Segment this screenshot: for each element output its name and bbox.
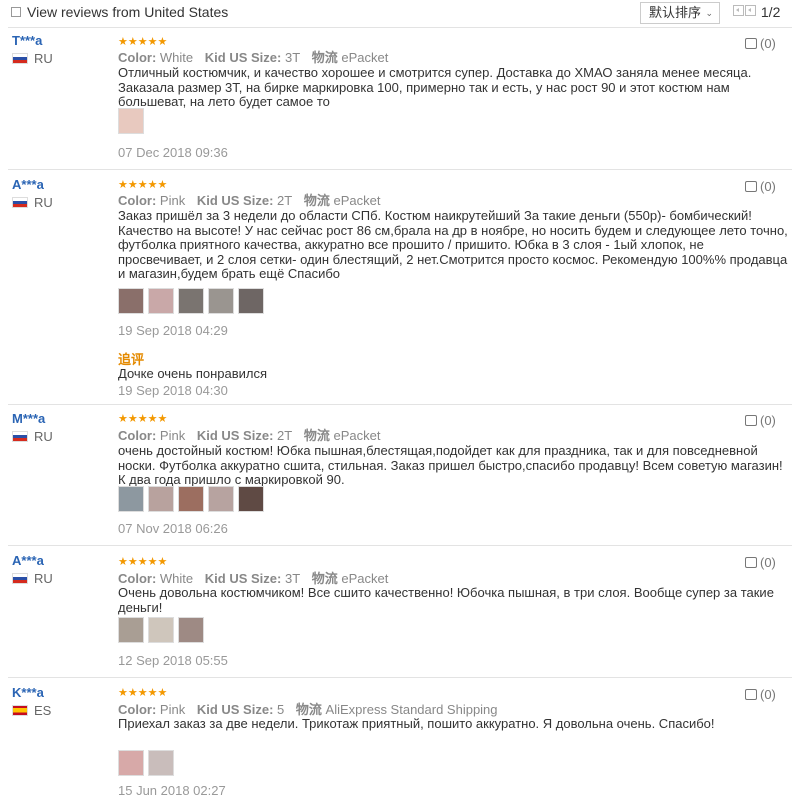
review-photos (118, 288, 268, 316)
review-date: 07 Dec 2018 09:36 (118, 145, 228, 160)
reviewer-name: K***a (12, 685, 44, 700)
review-photo-thumbnail[interactable] (208, 288, 234, 314)
follow-up-date: 19 Sep 2018 04:30 (118, 383, 228, 398)
thumbs-up-icon (745, 181, 757, 192)
review-text: очень достойный костюм! Юбка пышная,блес… (118, 443, 783, 487)
divider (8, 545, 792, 546)
review-photo-thumbnail[interactable] (178, 617, 204, 643)
like-button[interactable]: (0) (745, 687, 776, 702)
reviewer-country: RU (12, 429, 53, 444)
sort-label: 默认排序 (649, 5, 702, 20)
filter-label[interactable]: View reviews from United States (27, 4, 228, 20)
russia-flag-icon (12, 197, 28, 208)
review-photo-thumbnail[interactable] (118, 617, 144, 643)
review-photo-thumbnail[interactable] (178, 486, 204, 512)
reviewer-country: RU (12, 571, 53, 586)
review-photo-thumbnail[interactable] (118, 108, 144, 134)
review-text: Приехал заказ за две недели. Трикотаж пр… (118, 716, 715, 731)
russia-flag-icon (12, 53, 28, 64)
thumbs-up-icon (745, 689, 757, 700)
thumbs-up-icon (745, 415, 757, 426)
divider (8, 677, 792, 678)
reviewer-country: RU (12, 51, 53, 66)
review-photo-thumbnail[interactable] (148, 288, 174, 314)
review-photo-thumbnail[interactable] (148, 617, 174, 643)
divider (8, 404, 792, 405)
first-page-icon[interactable] (733, 5, 744, 16)
order-details: Color: White Kid US Size: 3T 物流 ePacket (118, 50, 389, 65)
review-photo-thumbnail[interactable] (148, 486, 174, 512)
russia-flag-icon (12, 431, 28, 442)
review-toolbar: View reviews from United States 默认排序 ⌄ 1… (0, 0, 800, 26)
order-details: Color: Pink Kid US Size: 2T 物流 ePacket (118, 428, 381, 443)
russia-flag-icon (12, 573, 28, 584)
reviewer-country: RU (12, 195, 53, 210)
order-details: Color: Pink Kid US Size: 2T 物流 ePacket (118, 193, 381, 208)
review-photo-thumbnail[interactable] (178, 288, 204, 314)
like-button[interactable]: (0) (745, 555, 776, 570)
thumbs-up-icon (745, 38, 757, 49)
like-button[interactable]: (0) (745, 36, 776, 51)
spain-flag-icon (12, 705, 28, 716)
page-indicator: 1/2 (760, 4, 781, 20)
review-photo-thumbnail[interactable] (118, 486, 144, 512)
filter-checkbox[interactable] (11, 7, 21, 17)
review-photos (118, 108, 148, 136)
thumbs-up-icon (745, 557, 757, 568)
star-rating: ★★★★★ (118, 687, 168, 699)
review-date: 07 Nov 2018 06:26 (118, 521, 228, 536)
review-date: 12 Sep 2018 05:55 (118, 653, 228, 668)
reviewer-name: M***a (12, 411, 46, 426)
divider (8, 27, 792, 28)
review-photo-thumbnail[interactable] (238, 486, 264, 512)
star-rating: ★★★★★ (118, 413, 168, 425)
like-button[interactable]: (0) (745, 179, 776, 194)
reviewer-country: ES (12, 703, 51, 718)
sort-dropdown[interactable]: 默认排序 ⌄ (640, 2, 720, 24)
review-date: 15 Jun 2018 02:27 (118, 783, 226, 798)
review-photos (118, 617, 208, 645)
review-photos (118, 750, 178, 778)
review-photo-thumbnail[interactable] (118, 288, 144, 314)
review-text: Очень довольна костюмчиком! Все сшито ка… (118, 585, 774, 615)
review-text: Отличный костюмчик, и качество хорошее и… (118, 65, 752, 109)
chevron-down-icon: ⌄ (705, 8, 713, 18)
reviewer-name: T***a (12, 33, 43, 48)
prev-page-icon[interactable] (745, 5, 756, 16)
star-rating: ★★★★★ (118, 556, 168, 568)
review-text: Заказ пришёл за 3 недели до области СПб.… (118, 208, 788, 281)
review-photo-thumbnail[interactable] (118, 750, 144, 776)
pagination: 1/2 (733, 4, 780, 20)
review-photo-thumbnail[interactable] (208, 486, 234, 512)
follow-up-text: Дочке очень понравился (118, 366, 268, 381)
review-photo-thumbnail[interactable] (238, 288, 264, 314)
reviewer-name: A***a (12, 553, 44, 568)
review-date: 19 Sep 2018 04:29 (118, 323, 228, 338)
reviewer-name: A***a (12, 177, 44, 192)
review-photo-thumbnail[interactable] (148, 750, 174, 776)
like-button[interactable]: (0) (745, 413, 776, 428)
divider (8, 169, 792, 170)
review-photos (118, 486, 268, 514)
